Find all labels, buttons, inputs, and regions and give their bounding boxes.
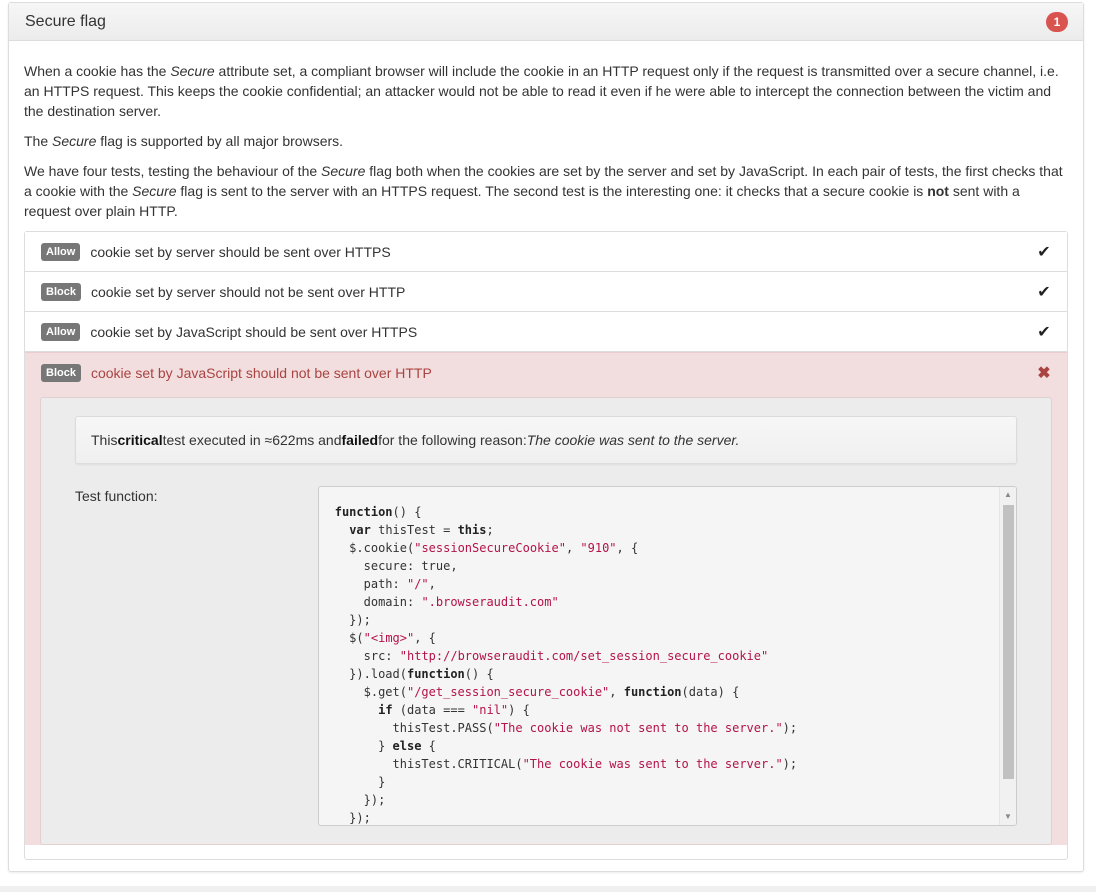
code-line: domain: ".browseraudit.com" xyxy=(334,595,559,609)
scroll-down-arrow-icon[interactable]: ▼ xyxy=(1000,809,1016,825)
code-line: function() { xyxy=(334,505,422,519)
check-icon: ✔ xyxy=(1037,323,1051,341)
panel-heading[interactable]: Secure flag 1 xyxy=(9,3,1083,41)
code-line: }); xyxy=(334,793,386,807)
intro-paragraph-3: We have four tests, testing the behaviou… xyxy=(24,163,1063,219)
code-block: function() { var thisTest = this; $.cook… xyxy=(319,487,1016,825)
code-line: } xyxy=(334,775,386,789)
panel-body: When a cookie has the Secure attribute s… xyxy=(9,41,1083,860)
failure-count-badge: 1 xyxy=(1046,11,1068,32)
scroll-up-arrow-icon[interactable]: ▲ xyxy=(1000,487,1016,503)
page-bottom-rule xyxy=(0,886,1096,892)
code-line: thisTest.CRITICAL("The cookie was sent t… xyxy=(334,757,798,771)
intro-paragraph-1: When a cookie has the Secure attribute s… xyxy=(24,63,1059,119)
test-details: This critical test executed in ≈622ms an… xyxy=(40,397,1052,845)
scroll-thumb[interactable] xyxy=(1003,505,1014,779)
test-description: cookie set by JavaScript should be sent … xyxy=(90,323,418,340)
code-line: thisTest.PASS("The cookie was not sent t… xyxy=(334,721,798,735)
secure-flag-panel: Secure flag 1 When a cookie has the Secu… xyxy=(8,2,1084,872)
test-row[interactable]: Allow cookie set by server should be sen… xyxy=(25,232,1067,272)
test-function-label: Test function: xyxy=(75,488,158,504)
code-line: }); xyxy=(334,613,371,627)
check-icon: ✔ xyxy=(1037,283,1051,301)
failure-summary: This critical test executed in ≈622ms an… xyxy=(75,416,1017,464)
test-label-badge: Block xyxy=(41,282,81,301)
code-line: } else { xyxy=(334,739,436,753)
test-description: cookie set by server should not be sent … xyxy=(90,283,406,300)
test-description: cookie set by server should be sent over… xyxy=(90,243,391,260)
test-label-badge: Block xyxy=(41,364,81,382)
failed-test-block: Block cookie set by JavaScript should no… xyxy=(25,352,1067,845)
code-line: var thisTest = this; xyxy=(349,523,494,537)
test-label-badge: Allow xyxy=(41,322,81,341)
test-row[interactable]: Allow cookie set by JavaScript should be… xyxy=(25,312,1067,352)
check-icon: ✔ xyxy=(1037,243,1051,261)
code-line: path: "/", xyxy=(334,577,436,591)
code-line: $("<img>", { xyxy=(334,631,436,645)
vertical-scrollbar[interactable]: ▲ ▼ xyxy=(999,487,1016,825)
code-line: secure: true, xyxy=(334,559,458,573)
cross-icon: ✖ xyxy=(1037,365,1051,382)
code-line: if (data === "nil") { xyxy=(378,703,530,717)
test-row[interactable]: Block cookie set by server should not be… xyxy=(25,272,1067,312)
code-line: }); xyxy=(334,811,371,825)
code-viewer[interactable]: function() { var thisTest = this; $.cook… xyxy=(317,486,1017,826)
code-line: $.cookie("sessionSecureCookie", "910", { xyxy=(334,541,639,555)
test-row-failed[interactable]: Block cookie set by JavaScript should no… xyxy=(25,353,1067,393)
panel-title: Secure flag xyxy=(25,12,106,30)
intro-paragraph-2: The Secure flag is supported by all majo… xyxy=(24,133,344,149)
code-line: $.get("/get_session_secure_cookie", func… xyxy=(334,685,740,699)
test-description: cookie set by JavaScript should not be s… xyxy=(90,365,432,381)
test-list: Allow cookie set by server should be sen… xyxy=(24,231,1068,860)
code-line: }).load(function() { xyxy=(334,667,494,681)
code-line: src: "http://browseraudit.com/set_sessio… xyxy=(334,649,769,663)
test-label-badge: Allow xyxy=(41,242,81,261)
test-function-row: Test function: function() { var thisTest… xyxy=(75,486,1017,826)
